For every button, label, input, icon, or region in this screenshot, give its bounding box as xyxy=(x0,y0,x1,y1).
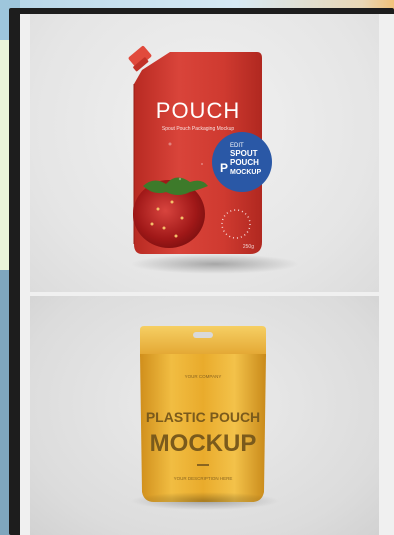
zip-pouch-title-line2: MOCKUP xyxy=(150,430,257,457)
spout-pouch-panel: P EDIT SPOUT POUCH MOCKUP POUCH Spout Po… xyxy=(30,14,379,292)
zip-pouch-footer: YOUR DESCRIPTION HERE xyxy=(174,476,233,481)
spout-pouch-brand: POUCH xyxy=(156,98,240,123)
mockup-card: P EDIT SPOUT POUCH MOCKUP POUCH Spout Po… xyxy=(20,14,394,535)
spout-pouch-weight: 250g xyxy=(243,244,254,250)
badge-logo: P xyxy=(220,161,228,175)
zip-pouch-shadow xyxy=(130,492,280,510)
spout-pouch-image: P EDIT SPOUT POUCH MOCKUP POUCH Spout Po… xyxy=(128,46,272,254)
zip-pouch-panel: YOUR COMPANY PLASTIC POUCH MOCKUP YOUR D… xyxy=(30,296,379,535)
spout-pouch-shadow xyxy=(130,254,300,274)
spout-pouch-badge: P EDIT SPOUT POUCH MOCKUP xyxy=(212,132,272,192)
badge-line2: SPOUT xyxy=(230,149,258,158)
spout-pouch-tagline: Spout Pouch Packaging Mockup xyxy=(162,126,234,132)
zip-pouch-company: YOUR COMPANY xyxy=(185,374,222,379)
badge-line4: MOCKUP xyxy=(230,169,261,176)
zip-pouch-divider xyxy=(197,464,209,466)
zip-pouch-title-line1: PLASTIC POUCH xyxy=(146,409,260,425)
hang-hole xyxy=(193,332,213,338)
badge-line3: POUCH xyxy=(230,158,259,167)
zip-pouch-top-seal xyxy=(140,326,266,356)
